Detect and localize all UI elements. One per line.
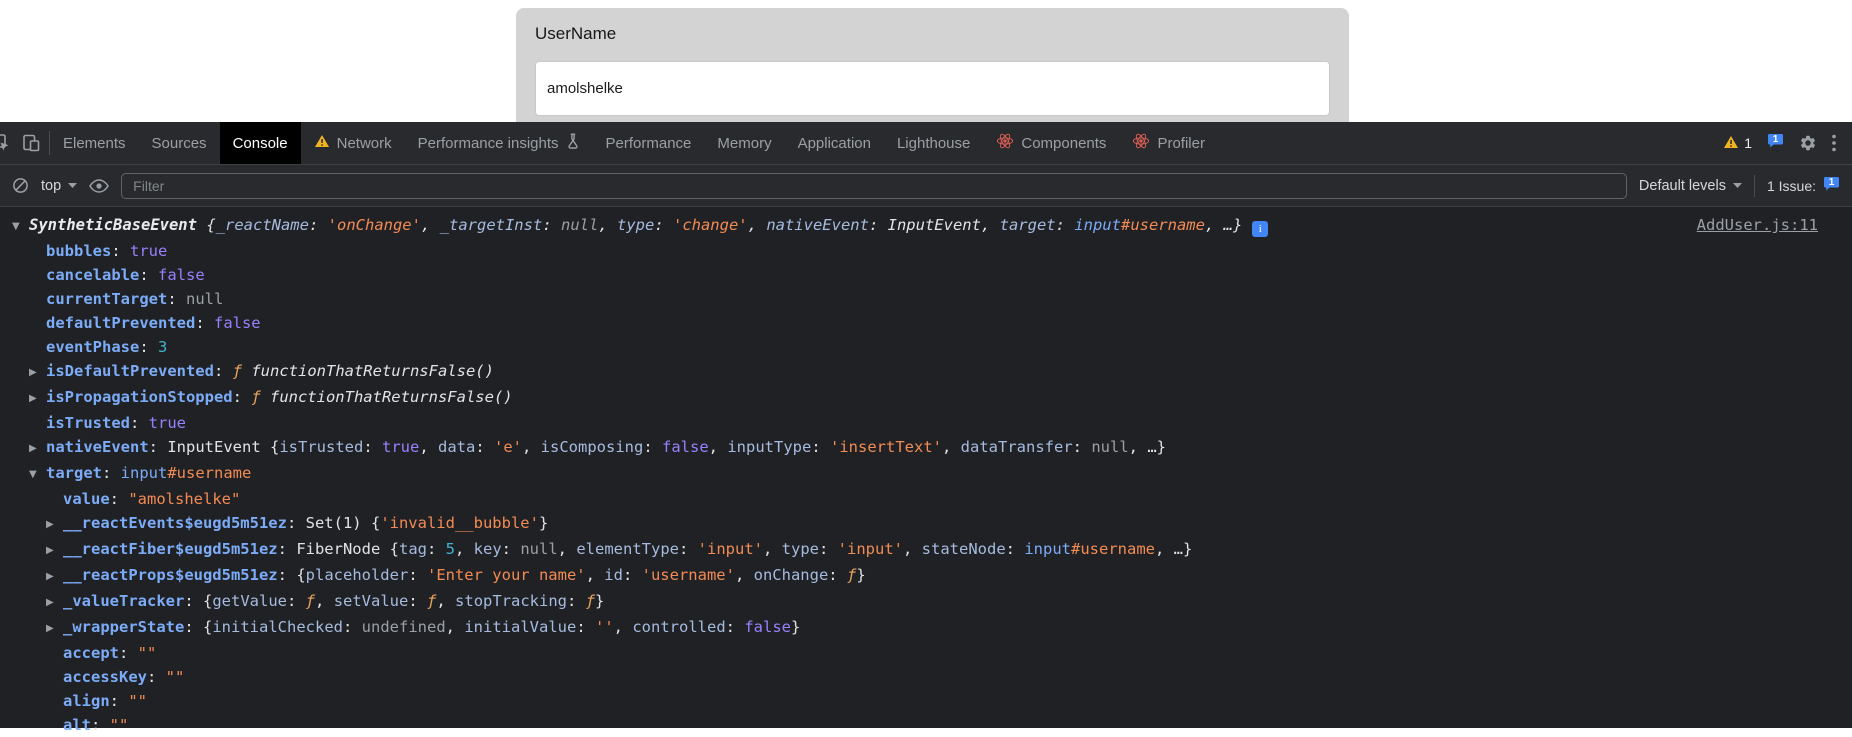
console-line: cancelable: false <box>46 266 205 284</box>
tabbar-left-icons <box>0 122 49 164</box>
console-line: ▶ _valueTracker: {getValue: ƒ, setValue: … <box>0 589 1852 615</box>
console-line: value: "amolshelke" <box>63 490 241 508</box>
live-expression-eye-icon[interactable] <box>89 178 110 193</box>
warnings-count-badge[interactable]: 1 <box>1723 135 1752 152</box>
console-line: ▶ __reactFiber$eugd5m51ez: FiberNode {tag… <box>0 537 1852 563</box>
issues-count-badge[interactable]: 1 <box>1767 133 1784 154</box>
console-line: accept: "" <box>63 644 157 662</box>
info-icon[interactable]: i <box>1252 221 1269 237</box>
chevron-down-icon <box>1732 183 1742 188</box>
console-output: ▼ SyntheticBaseEvent {_reactName: 'onChan… <box>0 207 1852 737</box>
collapse-arrow-icon[interactable]: ▼ <box>12 215 29 239</box>
tab-label: Memory <box>717 134 772 152</box>
expand-arrow-icon[interactable]: ▶ <box>46 565 63 589</box>
console-line: ▶ isPropagationStopped: ƒ functionThatRet… <box>0 385 1852 411</box>
tab-label: Console <box>232 134 288 152</box>
tabbar-right: 1 1 <box>1723 122 1852 164</box>
warning-icon <box>1723 135 1739 152</box>
tab-label: Network <box>336 134 392 152</box>
context-label: top <box>41 177 62 194</box>
console-line: ▶ nativeEvent: InputEvent {isTrusted: tru… <box>0 435 1852 461</box>
console-line: ▼ target: input#username <box>0 461 1852 487</box>
context-dropdown[interactable]: top <box>41 177 78 194</box>
console-line: ▶ isDefaultPrevented: ƒ functionThatRetur… <box>0 359 1852 385</box>
tab-performance-insights[interactable]: Performance insights <box>405 122 593 164</box>
tab-label: Application <box>797 134 871 152</box>
preview-flask-icon <box>566 133 580 153</box>
toolbar-divider <box>1753 174 1755 197</box>
tab-profiler[interactable]: Profiler <box>1119 122 1218 164</box>
issue-counter[interactable]: 1 Issue: 1 <box>1767 176 1840 195</box>
tab-sources[interactable]: Sources <box>139 122 220 164</box>
tab-performance[interactable]: Performance <box>593 122 705 164</box>
inspect-element-icon[interactable] <box>0 133 11 153</box>
expand-arrow-icon[interactable]: ▶ <box>46 591 63 615</box>
username-label: UserName <box>535 24 617 43</box>
tab-components[interactable]: Components <box>983 122 1119 164</box>
tab-label: Sources <box>151 134 207 152</box>
expand-arrow-icon[interactable]: ▶ <box>29 437 46 461</box>
console-line: bubbles: true <box>46 242 168 260</box>
username-input[interactable] <box>535 61 1330 116</box>
console-line: accessKey: "" <box>63 668 185 686</box>
console-line: alt: "" <box>63 716 129 734</box>
console-line: currentTarget: null <box>46 290 224 308</box>
issue-count: 1 <box>1828 177 1835 188</box>
tab-label: Components <box>1021 134 1107 152</box>
console-line: eventPhase: 3 <box>46 338 168 356</box>
devtools-tabbar: Elements Sources Console Network Perform… <box>0 122 1852 165</box>
issue-counter-label: 1 Issue: <box>1766 177 1816 194</box>
console-line: ▶ __reactProps$eugd5m51ez: {placeholder: … <box>0 563 1852 589</box>
device-toolbar-icon[interactable] <box>21 133 41 153</box>
filter-field-wrap <box>121 172 1627 199</box>
expand-arrow-icon[interactable]: ▶ <box>29 387 46 411</box>
tab-label: Performance insights <box>417 134 559 152</box>
source-link[interactable]: AddUser.js:11 <box>1697 213 1818 237</box>
collapse-arrow-icon[interactable]: ▼ <box>29 463 46 487</box>
issues-count: 1 <box>1772 133 1779 145</box>
log-levels-label: Default levels <box>1638 177 1726 194</box>
console-toolbar: top Default levels 1 Issue: 1 <box>0 165 1852 207</box>
tab-label: Lighthouse <box>896 134 971 152</box>
expand-arrow-icon[interactable]: ▶ <box>46 617 63 641</box>
log-levels-dropdown[interactable]: Default levels <box>1639 178 1742 194</box>
tab-elements[interactable]: Elements <box>50 122 139 164</box>
kebab-menu-icon[interactable] <box>1832 134 1836 152</box>
tab-lighthouse[interactable]: Lighthouse <box>884 122 983 164</box>
chevron-down-icon <box>68 183 78 188</box>
username-card: UserName <box>516 8 1349 122</box>
react-atom-icon <box>1132 132 1150 154</box>
webpage-viewport: UserName <box>0 0 1852 122</box>
tab-label: Elements <box>63 134 126 152</box>
tab-label: Profiler <box>1157 134 1205 152</box>
react-atom-icon <box>996 132 1014 154</box>
settings-gear-icon[interactable] <box>1799 134 1817 152</box>
tab-application[interactable]: Application <box>785 122 884 164</box>
network-warning-icon <box>314 134 330 152</box>
issue-counter-badge: 1 <box>1823 176 1840 195</box>
expand-arrow-icon[interactable]: ▶ <box>46 513 63 537</box>
devtools-panel: Elements Sources Console Network Perform… <box>0 122 1852 734</box>
clear-console-button[interactable] <box>12 177 29 194</box>
tab-network[interactable]: Network <box>301 122 405 164</box>
console-line: defaultPrevented: false <box>46 314 261 332</box>
console-line: ▶ _wrapperState: {initialChecked: undefin… <box>0 615 1852 641</box>
console-line: align: "" <box>63 692 148 710</box>
tab-memory[interactable]: Memory <box>704 122 784 164</box>
console-line: isTrusted: true <box>46 414 186 432</box>
tab-console[interactable]: Console <box>219 122 301 164</box>
expand-arrow-icon[interactable]: ▶ <box>46 539 63 563</box>
warnings-count: 1 <box>1744 135 1752 151</box>
console-line: ▶ __reactEvents$eugd5m51ez: Set(1) {'inva… <box>0 511 1852 537</box>
console-line: ▼ SyntheticBaseEvent {_reactName: 'onChan… <box>0 213 1852 239</box>
tab-label: Performance <box>605 134 692 152</box>
expand-arrow-icon[interactable]: ▶ <box>29 361 46 385</box>
filter-input[interactable] <box>121 172 1627 199</box>
